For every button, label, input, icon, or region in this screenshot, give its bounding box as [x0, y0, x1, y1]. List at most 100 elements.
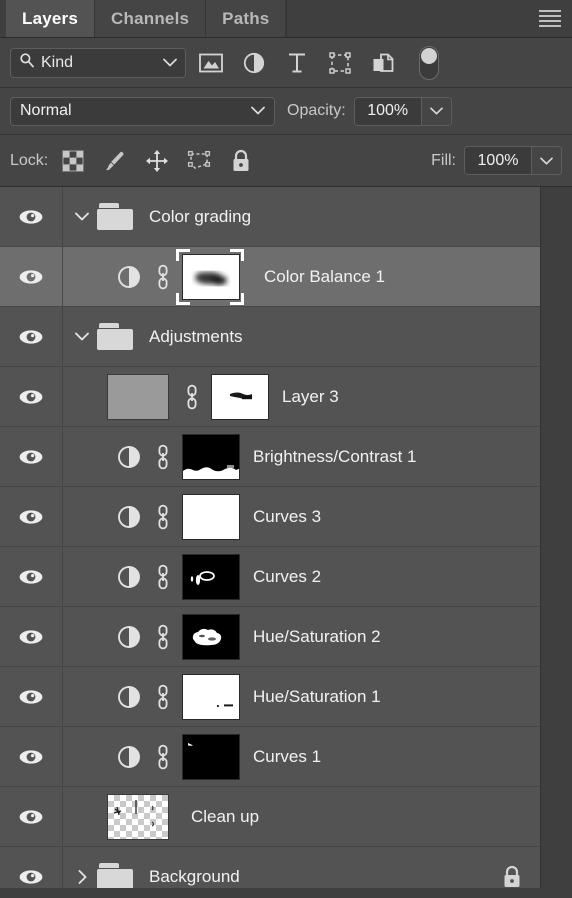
layer-row-body[interactable]: Curves 1 [63, 727, 540, 786]
layer-mask-thumbnail[interactable] [182, 493, 240, 540]
tab-channels[interactable]: Channels [95, 0, 207, 37]
table-row[interactable]: Color Balance 1 [0, 247, 540, 307]
table-row[interactable]: Layer 3 [0, 367, 540, 427]
layer-name: Hue/Saturation 1 [253, 686, 381, 706]
layer-visibility-toggle[interactable] [0, 307, 63, 366]
table-row[interactable]: Curves 3 [0, 487, 540, 547]
layer-visibility-toggle[interactable] [0, 547, 63, 606]
layer-mask-link-icon[interactable] [154, 504, 172, 530]
tab-layers[interactable]: Layers [6, 0, 96, 37]
adjustment-layer-icon[interactable] [117, 265, 141, 289]
group-expand-chevron-right-icon[interactable] [71, 869, 93, 884]
adjustment-layer-icon[interactable] [117, 445, 141, 469]
table-row[interactable]: Brightness/Contrast 1 [0, 427, 540, 487]
layer-list[interactable]: Color grading Color Balance 1 Adjustment… [0, 187, 572, 898]
layer-visibility-toggle[interactable] [0, 667, 63, 726]
layer-mask-link-icon[interactable] [154, 264, 172, 290]
adjustment-layer-icon[interactable] [117, 685, 141, 709]
layer-mask-link-icon[interactable] [154, 684, 172, 710]
smart-object-filter-icon[interactable] [370, 50, 396, 76]
layer-mask-link-icon[interactable] [154, 624, 172, 650]
panel-menu-button[interactable] [528, 0, 572, 37]
layer-list-scroll-gutter[interactable] [540, 187, 572, 898]
table-row[interactable]: Hue/Saturation 1 [0, 667, 540, 727]
group-expand-chevron-down-icon[interactable] [71, 212, 93, 221]
shape-layer-filter-icon[interactable] [327, 50, 353, 76]
opacity-value[interactable]: 100% [354, 97, 421, 125]
lock-icon-group [60, 148, 254, 174]
table-row[interactable]: Clean up [0, 787, 540, 847]
fill-label: Fill: [431, 151, 456, 169]
layer-thumbnail[interactable] [107, 373, 169, 420]
layer-row-body[interactable]: Hue/Saturation 2 [63, 607, 540, 666]
fill-field[interactable]: 100% [464, 146, 562, 175]
filter-enable-toggle[interactable] [419, 45, 439, 80]
layer-row-body[interactable]: Hue/Saturation 1 [63, 667, 540, 726]
layer-thumbnail[interactable] [107, 793, 169, 840]
layer-mask-thumbnail[interactable] [182, 733, 240, 780]
layer-mask-link-icon[interactable] [154, 744, 172, 770]
layer-mask-link-icon[interactable] [183, 384, 201, 410]
layer-name: Hue/Saturation 2 [253, 626, 381, 646]
layer-name: Adjustments [149, 326, 243, 346]
layer-mask-thumbnail[interactable] [182, 253, 240, 300]
layer-mask-thumbnail[interactable] [182, 613, 240, 660]
pixel-layer-filter-icon[interactable] [198, 50, 224, 76]
layer-mask-link-icon[interactable] [154, 444, 172, 470]
layer-visibility-toggle[interactable] [0, 607, 63, 666]
lock-artboard-nesting-icon[interactable] [186, 148, 212, 174]
filter-toggle-knob [421, 47, 437, 64]
layer-row-body[interactable]: Adjustments [63, 307, 540, 366]
lock-all-icon[interactable] [228, 148, 254, 174]
layer-mask-link-icon[interactable] [154, 564, 172, 590]
layer-mask-thumbnail-wrap[interactable] [172, 248, 244, 305]
eye-icon [19, 449, 43, 464]
layer-visibility-toggle[interactable] [0, 187, 63, 246]
layer-row-body[interactable]: Color Balance 1 [63, 247, 540, 306]
opacity-field[interactable]: 100% [353, 96, 452, 126]
layer-row-body[interactable]: Layer 3 [63, 367, 540, 426]
lock-position-icon[interactable] [144, 148, 170, 174]
table-row[interactable]: Hue/Saturation 2 [0, 607, 540, 667]
layer-visibility-toggle[interactable] [0, 487, 63, 546]
blend-mode-select[interactable]: Normal [10, 96, 275, 126]
lock-image-pixels-icon[interactable] [102, 148, 128, 174]
fill-value[interactable]: 100% [465, 147, 531, 174]
layer-mask-thumbnail[interactable] [182, 553, 240, 600]
fill-chevron-down-icon[interactable] [531, 147, 561, 174]
layer-visibility-toggle[interactable] [0, 247, 63, 306]
table-row[interactable]: Color grading [0, 187, 540, 247]
layer-mask-thumbnail[interactable] [182, 433, 240, 480]
layer-visibility-toggle[interactable] [0, 367, 63, 426]
blend-mode-value: Normal [20, 102, 72, 119]
table-row[interactable]: Adjustments [0, 307, 540, 367]
tab-paths[interactable]: Paths [206, 0, 287, 37]
eye-icon [19, 749, 43, 764]
adjustment-layer-icon[interactable] [117, 505, 141, 529]
layer-mask-thumbnail[interactable] [182, 673, 240, 720]
layer-visibility-toggle[interactable] [0, 727, 63, 786]
layer-row-body[interactable]: Curves 2 [63, 547, 540, 606]
layer-row-body[interactable]: Curves 3 [63, 487, 540, 546]
adjustment-layer-icon[interactable] [117, 745, 141, 769]
table-row[interactable]: Curves 2 [0, 547, 540, 607]
layer-mask-thumbnail[interactable] [211, 373, 269, 420]
tab-layers-label: Layers [22, 8, 79, 28]
lock-row: Lock: Fill: 100% [0, 135, 572, 187]
adjustment-layer-filter-icon[interactable] [241, 50, 267, 76]
eye-icon [19, 389, 43, 404]
adjustment-layer-icon[interactable] [117, 565, 141, 589]
table-row[interactable]: Curves 1 [0, 727, 540, 787]
group-expand-chevron-down-icon[interactable] [71, 332, 93, 341]
filter-kind-select[interactable]: Kind [10, 47, 186, 78]
opacity-chevron-down-icon[interactable] [420, 97, 451, 125]
layer-visibility-toggle[interactable] [0, 787, 63, 846]
layer-row-body[interactable]: Brightness/Contrast 1 [63, 427, 540, 486]
layer-row-body[interactable]: Color grading [63, 187, 540, 246]
lock-transparency-icon[interactable] [60, 148, 86, 174]
adjustment-layer-icon[interactable] [117, 625, 141, 649]
layer-row-body[interactable]: Clean up [63, 787, 540, 846]
layer-visibility-toggle[interactable] [0, 427, 63, 486]
eye-icon [19, 329, 43, 344]
type-layer-filter-icon[interactable] [284, 50, 310, 76]
